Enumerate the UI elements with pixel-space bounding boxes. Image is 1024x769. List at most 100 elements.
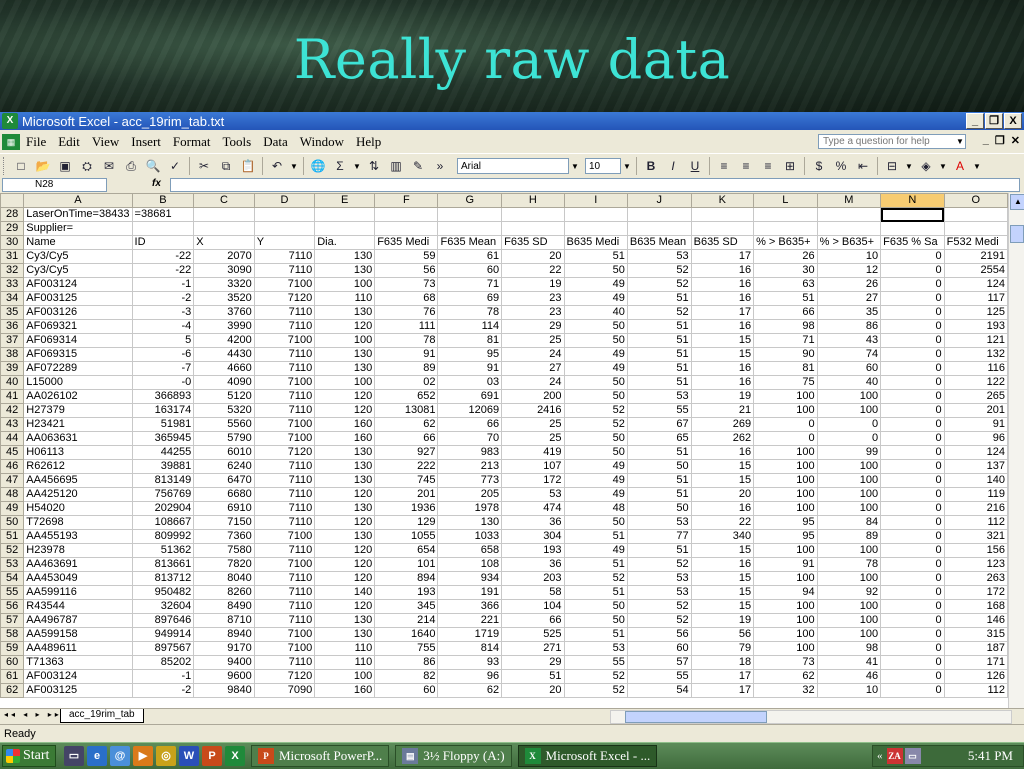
cell[interactable]: 51	[626, 347, 692, 362]
cell[interactable]: 56	[690, 627, 755, 642]
cell[interactable]: 7100	[253, 529, 316, 544]
cell[interactable]: 123	[943, 557, 1008, 572]
cell[interactable]: 5790	[193, 431, 255, 446]
cell[interactable]: 163174	[131, 403, 195, 418]
cell[interactable]: 0	[880, 529, 945, 544]
cell[interactable]: F635 Medi	[374, 235, 439, 250]
cell[interactable]: 809992	[131, 529, 195, 544]
cell[interactable]: 52	[563, 417, 628, 432]
cell[interactable]: 15	[690, 599, 755, 614]
cell[interactable]: 5120	[193, 389, 255, 404]
font-color-icon[interactable]: A	[950, 156, 970, 176]
cell[interactable]: 1033	[437, 529, 503, 544]
cell[interactable]: 40	[563, 305, 628, 320]
explorer-icon[interactable]: ◎	[156, 746, 176, 766]
cell[interactable]: 7110	[253, 543, 316, 558]
cell[interactable]: 894	[374, 571, 439, 586]
cell[interactable]: 91	[943, 417, 1008, 432]
cell[interactable]: 16	[690, 557, 755, 572]
cell[interactable]: 1640	[374, 627, 439, 642]
cell[interactable]: 0	[880, 627, 945, 642]
hyperlink-icon[interactable]: 🌐	[308, 156, 328, 176]
cell[interactable]: 213	[437, 459, 503, 474]
cell[interactable]: 7110	[253, 515, 316, 530]
cell[interactable]: 95	[437, 347, 503, 362]
cell[interactable]: -2	[131, 683, 195, 698]
print-preview-icon[interactable]: 🔍	[143, 156, 163, 176]
cell[interactable]: 2191	[943, 249, 1008, 264]
cell[interactable]: 474	[501, 501, 565, 516]
cell[interactable]: 813149	[131, 473, 195, 488]
cell[interactable]: 81	[753, 361, 818, 376]
cell[interactable]: 0	[880, 571, 945, 586]
internet-explorer-icon[interactable]: e	[87, 746, 107, 766]
cell[interactable]: 120	[314, 319, 376, 334]
horizontal-scrollbar[interactable]	[610, 710, 1012, 724]
cell[interactable]: 6240	[193, 459, 255, 474]
row-header[interactable]: 46	[0, 459, 25, 474]
cell[interactable]: 66	[374, 431, 439, 446]
cell[interactable]: AF003125	[23, 683, 133, 698]
cell[interactable]: 0	[880, 389, 945, 404]
fill-color-icon[interactable]: ◈	[916, 156, 936, 176]
cell[interactable]: 130	[314, 347, 376, 362]
cell[interactable]: 100	[816, 501, 882, 516]
cell[interactable]: 130	[314, 361, 376, 376]
cell[interactable]	[880, 207, 945, 222]
cell[interactable]: L15000	[23, 375, 133, 390]
cell[interactable]: H23978	[23, 543, 133, 558]
cell[interactable]: 7110	[253, 361, 316, 376]
cell[interactable]: 7120	[253, 291, 316, 306]
cell[interactable]: 15	[690, 585, 755, 600]
cell[interactable]: 15	[690, 571, 755, 586]
cell[interactable]: 130	[314, 305, 376, 320]
font-color-dropdown-icon[interactable]: ▼	[971, 162, 983, 171]
cell[interactable]: 100	[314, 669, 376, 684]
menu-edit[interactable]: Edit	[52, 134, 86, 150]
cell[interactable]: 950482	[131, 585, 195, 600]
cell[interactable]: 6910	[193, 501, 255, 516]
cell[interactable]: 117	[943, 291, 1008, 306]
cell[interactable]: B635 SD	[690, 235, 755, 250]
cell[interactable]: 112	[943, 683, 1008, 698]
cell[interactable]: 82	[374, 669, 439, 684]
row-header[interactable]: 44	[0, 431, 25, 446]
doc-close-icon[interactable]: ✕	[1011, 134, 1020, 147]
cell[interactable]: 0	[880, 445, 945, 460]
cell[interactable]: 100	[816, 571, 882, 586]
percent-icon[interactable]: %	[831, 156, 851, 176]
close-button[interactable]: X	[1004, 113, 1022, 129]
cell[interactable]: 25	[501, 417, 565, 432]
cell[interactable]: 60	[374, 683, 439, 698]
column-header[interactable]: O	[943, 193, 1008, 208]
row-header[interactable]: 57	[0, 613, 25, 628]
cell[interactable]: 112	[943, 515, 1008, 530]
cell[interactable]: 652	[374, 389, 439, 404]
cell[interactable]	[437, 221, 503, 236]
cell[interactable]: 100	[753, 641, 818, 656]
cell[interactable]: 315	[943, 627, 1008, 642]
column-header[interactable]: E	[314, 193, 376, 208]
cell[interactable]: 8940	[193, 627, 255, 642]
cell[interactable]: 6680	[193, 487, 255, 502]
cell[interactable]: B635 Mean	[626, 235, 692, 250]
menu-tools[interactable]: Tools	[216, 134, 257, 150]
cell[interactable]: 89	[816, 529, 882, 544]
cell[interactable]: F635 SD	[501, 235, 565, 250]
cell[interactable]: 100	[816, 627, 882, 642]
cell[interactable]: 419	[501, 445, 565, 460]
cell[interactable]: 121	[943, 333, 1008, 348]
powerpoint-icon[interactable]: P	[202, 746, 222, 766]
cell[interactable]: 27	[501, 361, 565, 376]
cell[interactable]: 26	[816, 277, 882, 292]
row-header[interactable]: 39	[0, 361, 25, 376]
word-icon[interactable]: W	[179, 746, 199, 766]
cell[interactable]: 0	[880, 641, 945, 656]
cell[interactable]: 934	[437, 571, 503, 586]
vertical-scroll-thumb[interactable]	[1010, 225, 1024, 243]
cell[interactable]: 29	[501, 319, 565, 334]
cell[interactable]	[626, 207, 692, 222]
cell[interactable]: 222	[374, 459, 439, 474]
undo-icon[interactable]: ↶	[267, 156, 287, 176]
cell[interactable]: 193	[501, 543, 565, 558]
